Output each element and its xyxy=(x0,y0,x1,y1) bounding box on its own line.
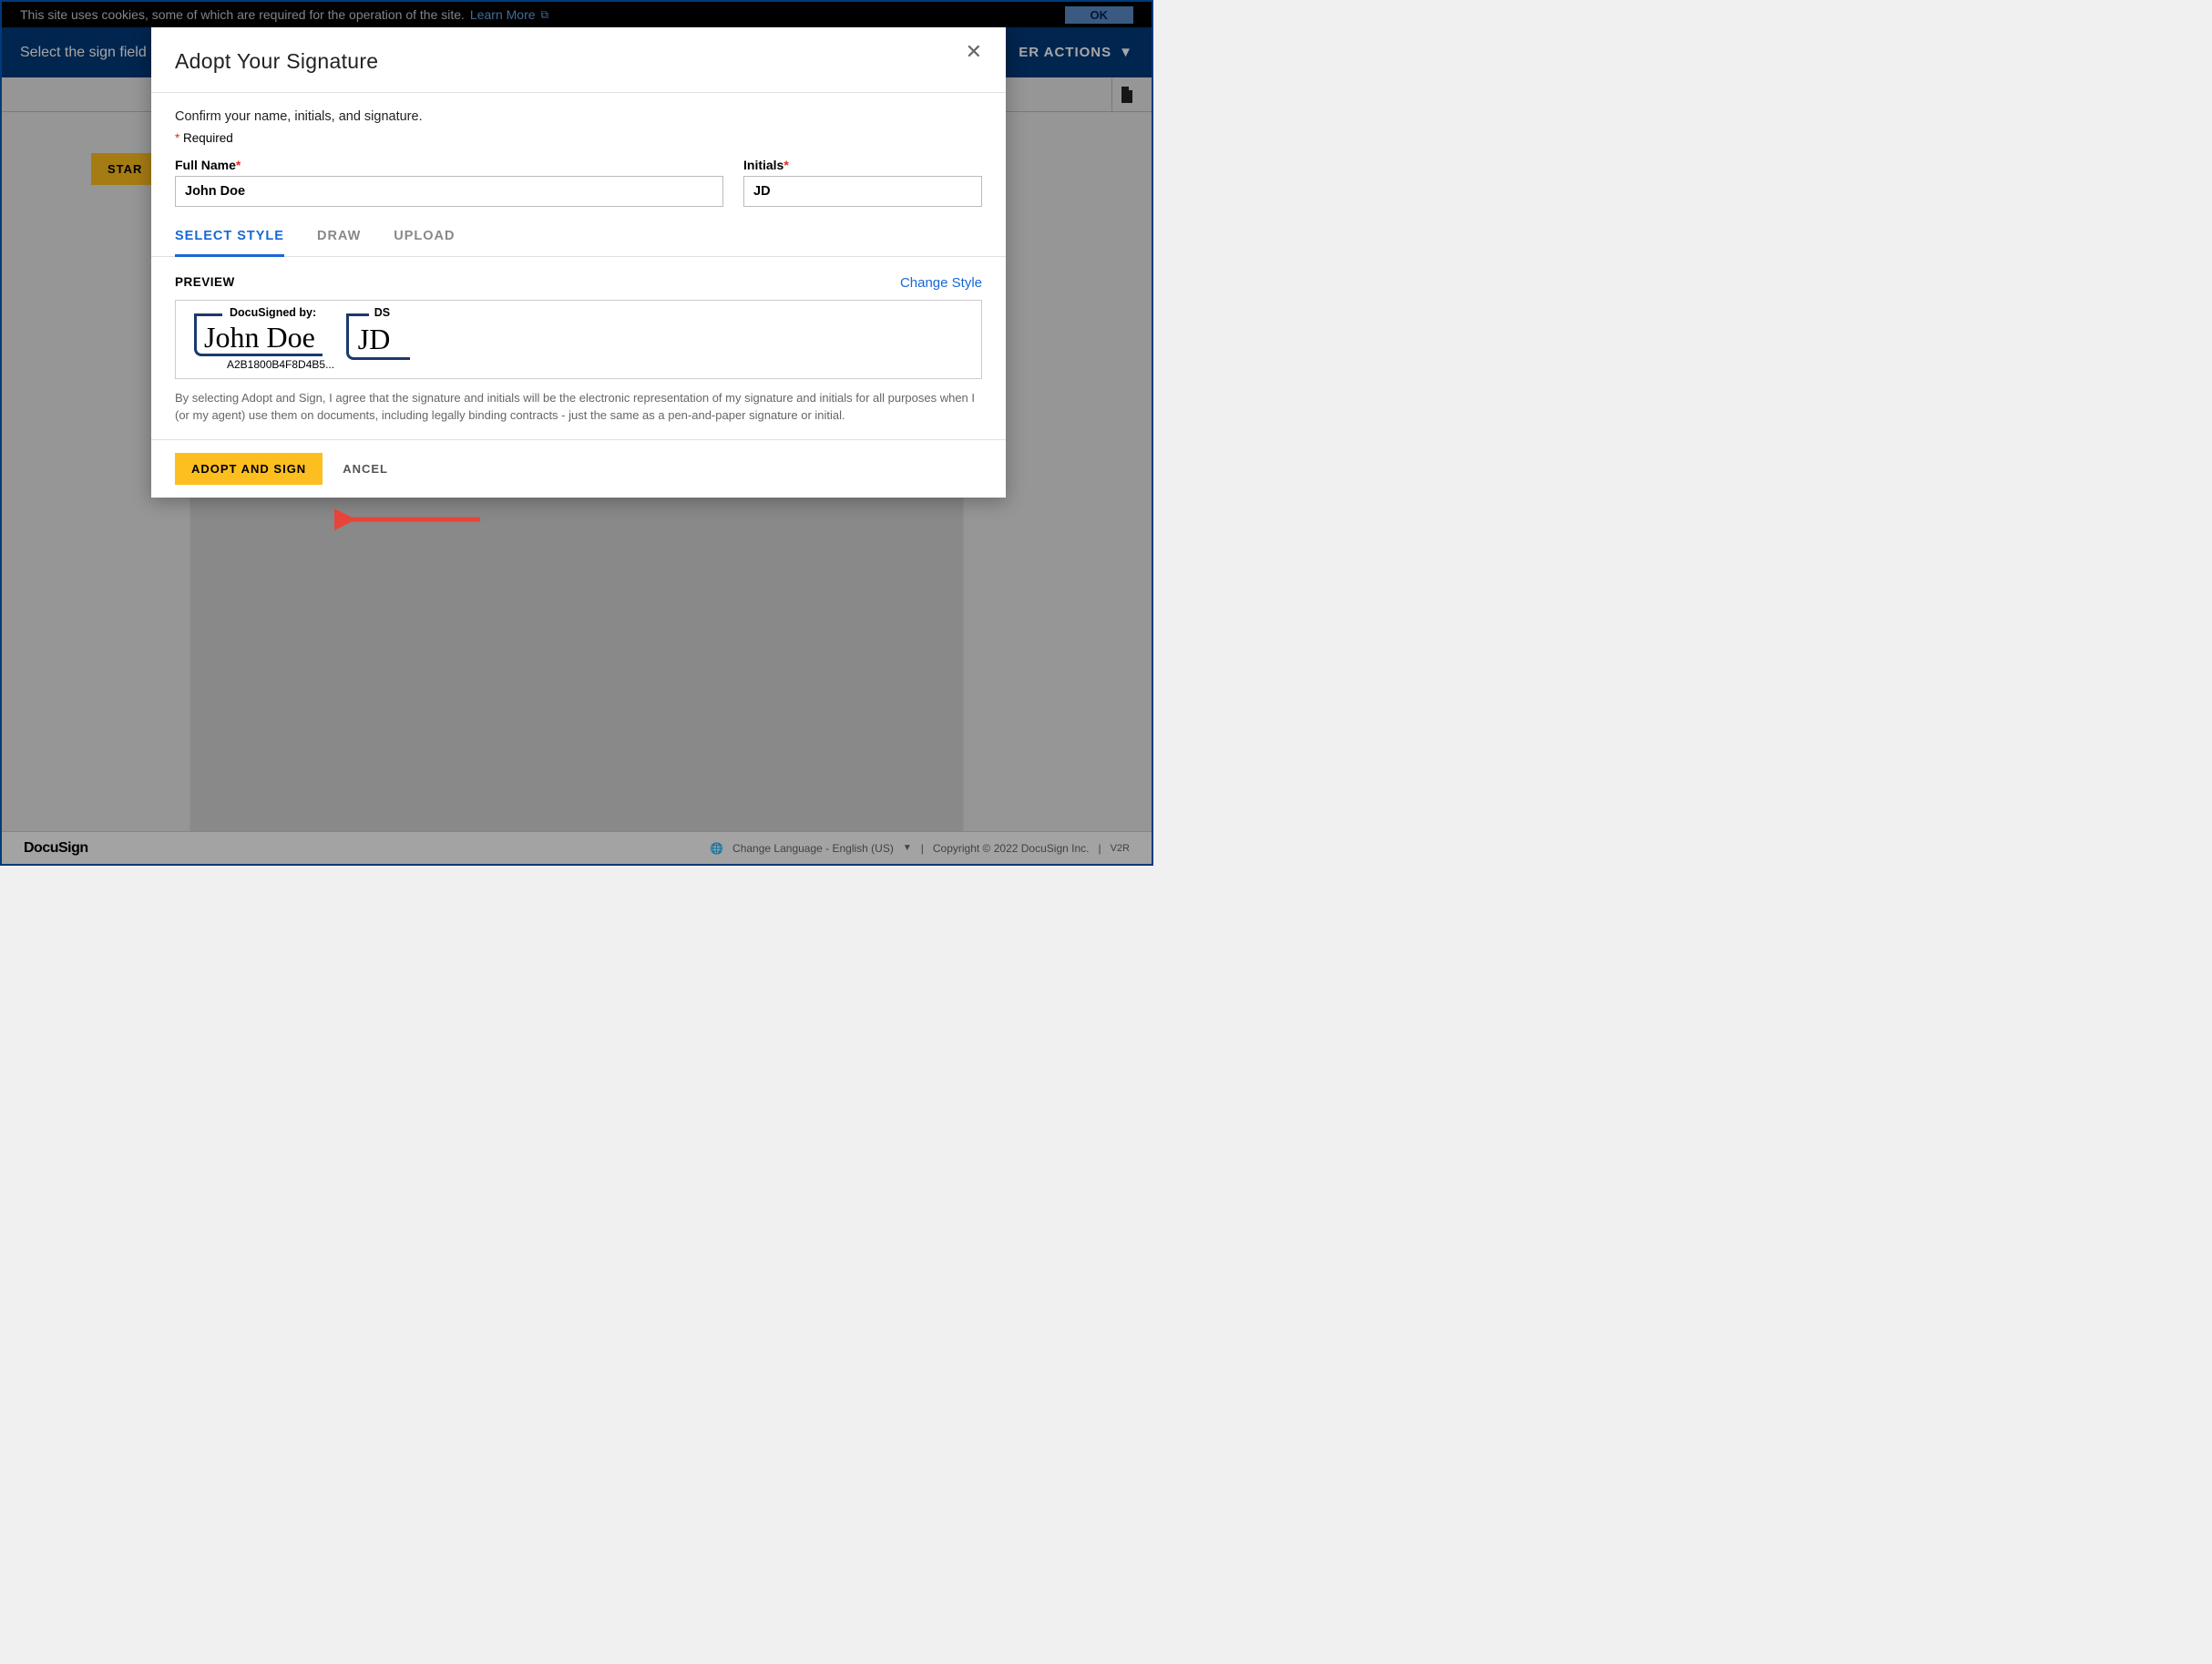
modal-instruction: Confirm your name, initials, and signatu… xyxy=(175,109,982,124)
change-style-link[interactable]: Change Style xyxy=(900,275,982,291)
close-icon[interactable]: ✕ xyxy=(966,42,982,74)
adopt-and-sign-button[interactable]: ADOPT AND SIGN xyxy=(175,453,323,485)
signature-preview: DocuSigned by: John Doe A2B1800B4F8D4B5.… xyxy=(175,300,982,379)
initials-label: Initials* xyxy=(743,158,982,172)
initials-input[interactable] xyxy=(743,176,982,207)
signature-tabs: SELECT STYLE DRAW UPLOAD xyxy=(151,220,1006,257)
initials-script: JD xyxy=(356,321,398,354)
full-name-input[interactable] xyxy=(175,176,723,207)
tab-draw[interactable]: DRAW xyxy=(317,220,361,256)
full-name-label: Full Name* xyxy=(175,158,723,172)
modal-title: Adopt Your Signature xyxy=(175,49,378,74)
tab-select-style[interactable]: SELECT STYLE xyxy=(175,220,284,257)
disclaimer-text: By selecting Adopt and Sign, I agree tha… xyxy=(175,390,982,425)
cancel-button[interactable]: ANCEL xyxy=(343,462,388,476)
signature-script: John Doe xyxy=(202,319,323,352)
signature-hash: A2B1800B4F8D4B5... xyxy=(227,358,355,371)
preview-label: PREVIEW xyxy=(175,275,235,291)
adopt-signature-modal: Adopt Your Signature ✕ Confirm your name… xyxy=(151,27,1006,498)
tab-upload[interactable]: UPLOAD xyxy=(394,220,455,256)
required-note: * Required xyxy=(175,131,982,145)
